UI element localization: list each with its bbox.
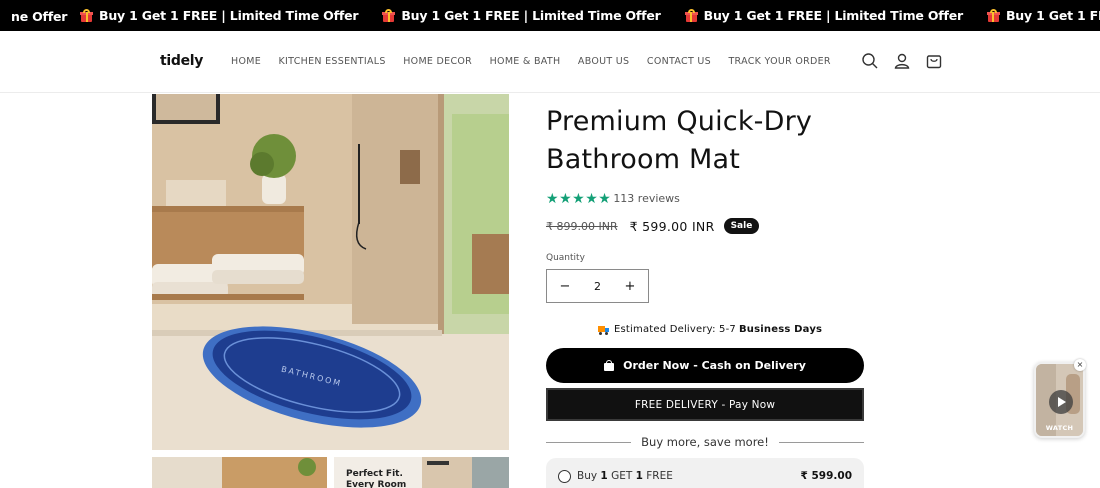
divider [546,441,632,443]
quantity-stepper: − 2 + [546,269,649,303]
nav-home-decor[interactable]: HOME DECOR [403,56,472,67]
gift-icon [80,9,93,22]
delivery-days: Business Days [738,324,823,335]
quantity-increase-button[interactable]: + [624,279,636,294]
announcement-fragment: ne Offer [11,9,68,24]
bundle-option-buy1get1[interactable]: Buy 1 GET 1 FREE ₹ 599.00 [546,458,864,488]
play-icon[interactable] [1049,390,1073,414]
bundle-heading-text: Buy more, save more! [641,435,769,449]
reviews-count[interactable]: 113 reviews [613,192,680,205]
bundle-radio[interactable] [558,470,571,483]
star-icon: ★ [572,190,585,206]
shopping-bag-icon [604,360,615,371]
bundle-option-price: ₹ 599.00 [800,470,852,482]
star-icon: ★ [546,190,559,206]
sale-price: ₹ 599.00 INR [629,218,715,234]
nav-kitchen-essentials[interactable]: KITCHEN ESSENTIALS [279,56,386,67]
quantity-label: Quantity [546,253,585,263]
announcement-item: Buy 1 Get 1 FREE | Limited Time Offer [684,8,963,23]
price-row: ₹ 899.00 INR ₹ 599.00 INR Sale [546,218,760,234]
estimated-delivery: Estimated Delivery: 5-7 Business Days [598,324,822,335]
announcement-item: Buy 1 Get 1 FREE | Limited Time Offer [382,8,661,23]
bundle-heading: Buy more, save more! [546,432,864,452]
close-icon[interactable]: × [1074,359,1086,371]
product-rating[interactable]: ★ ★ ★ ★ ★ 113 reviews [546,190,680,206]
product-thumbnail-1[interactable] [152,457,327,488]
quantity-decrease-button[interactable]: − [559,279,571,294]
truck-icon [598,325,609,335]
order-cod-label: Order Now - Cash on Delivery [623,359,806,372]
announcement-bar: ne Offer Buy 1 Get 1 FREE | Limited Time… [0,0,1100,31]
product-main-image[interactable]: BATHROOM [152,94,509,450]
thumb-caption-line1: Perfect Fit. [346,469,403,479]
product-thumbnail-2[interactable]: Perfect Fit. Every Room [334,457,509,488]
thumb-caption-line2: Every Room [346,480,407,488]
nav-about-us[interactable]: ABOUT US [578,56,630,67]
nav-track-order[interactable]: TRACK YOUR ORDER [728,56,830,67]
star-icon: ★ [559,190,572,206]
divider [778,441,864,443]
bundle-option-label: Buy 1 GET 1 FREE [577,470,673,482]
nav-contact-us[interactable]: CONTACT US [647,56,711,67]
sale-badge: Sale [723,218,760,234]
gift-icon [986,9,1000,22]
gift-icon [684,9,698,22]
site-header: tidely HOME KITCHEN ESSENTIALS HOME DECO… [0,31,1100,93]
regular-price: ₹ 899.00 INR [546,219,618,233]
quantity-input[interactable]: 2 [594,280,601,293]
announcement-item: Buy 1 Get 1 FREE | Limited Time Offer [986,8,1100,23]
main-nav: HOME KITCHEN ESSENTIALS HOME DECOR HOME … [231,56,848,67]
pay-now-label: FREE DELIVERY - Pay Now [634,398,776,411]
star-icon: ★ [585,190,598,206]
search-icon[interactable] [861,52,879,70]
star-icon: ★ [598,190,611,206]
announcement-item: Buy 1 Get 1 FREE | Limited Time Offer [80,8,359,23]
nav-home[interactable]: HOME [231,56,261,67]
watch-label: WATCH [1045,424,1074,432]
pay-now-button[interactable]: FREE DELIVERY - Pay Now [546,388,864,421]
product-title: Premium Quick-Dry Bathroom Mat [546,106,813,175]
gift-icon [382,9,396,22]
account-icon[interactable] [893,52,911,70]
delivery-text: Estimated Delivery: 5-7 [614,324,736,335]
nav-home-bath[interactable]: HOME & BATH [490,56,561,67]
order-cod-button[interactable]: Order Now - Cash on Delivery [546,348,864,383]
cart-icon[interactable] [925,52,943,70]
watch-video-widget[interactable]: WATCH [1034,362,1085,438]
site-logo[interactable]: tidely [160,53,203,69]
